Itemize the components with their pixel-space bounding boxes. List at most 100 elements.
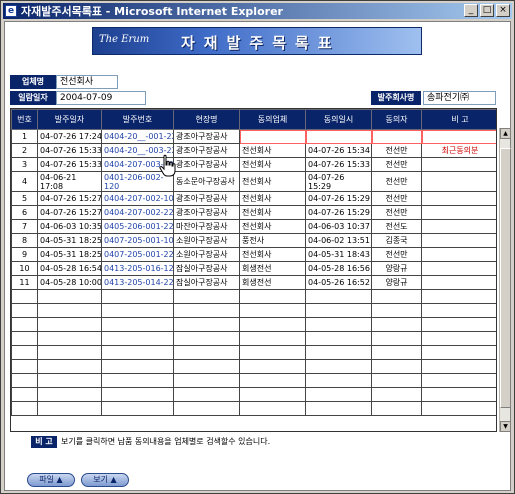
brand-logo: The Erum — [99, 34, 150, 45]
row-note — [421, 247, 496, 262]
empty-cell — [239, 359, 306, 374]
row-agree-date: 04-06-03 10:37 — [305, 219, 372, 234]
row-agree-date: 04-05-26 16:52 — [305, 275, 372, 290]
row-agree-company: 풍전사 — [239, 233, 306, 248]
row-order-no[interactable]: 0404-20__-001-220 — [101, 129, 174, 144]
col-header-order-date[interactable]: 발주일자 — [37, 109, 102, 130]
table-row[interactable]: 7 04-06-03 10:35 0405-206-001-220 마잔아구장공사 전선… — [11, 219, 496, 234]
empty-cell — [173, 401, 240, 416]
row-site: 소원아구장공사 — [173, 233, 240, 248]
row-site: 소원아구장공사 — [173, 247, 240, 262]
row-agree-by: 김종국 — [371, 233, 422, 248]
empty-row — [11, 303, 496, 318]
col-header-no[interactable]: 번호 — [11, 109, 38, 130]
row-order-no[interactable]: 0405-206-001-220 — [101, 219, 174, 234]
note-text: 보기를 클릭하면 납품 동의내용을 업체별로 검색할수 있습니다. — [61, 437, 271, 446]
table-row[interactable]: 5 04-07-26 15:27 0404-207-002-100 광조아구장공사 전선… — [11, 191, 496, 206]
table-row[interactable]: 6 04-07-26 15:27 0404-207-002-220 광조아구장공사 전선… — [11, 205, 496, 220]
row-agree-by: 양랑규 — [371, 261, 422, 276]
col-header-agree-by[interactable]: 동의자 — [371, 109, 422, 130]
maximize-button[interactable]: □ — [480, 4, 494, 17]
empty-cell — [305, 345, 372, 360]
row-no: 4 — [11, 171, 38, 192]
page-title: 자재발주목록표 — [181, 34, 341, 52]
col-header-agree-company[interactable]: 동의업체 — [239, 109, 306, 130]
empty-cell — [421, 359, 496, 374]
empty-cell — [305, 303, 372, 318]
row-site: 마잔아구장공사 — [173, 219, 240, 234]
row-order-no[interactable]: 0404-207-002-100 — [101, 191, 174, 206]
row-no: 7 — [11, 219, 38, 234]
row-order-no[interactable]: 0407-205-001-100 — [101, 233, 174, 248]
row-agree-date: 04-07-26 15:29 — [305, 171, 372, 192]
row-note: 최근동의분 — [421, 143, 496, 158]
row-order-no[interactable]: 0413-205-016-120 — [101, 261, 174, 276]
empty-cell — [173, 373, 240, 388]
table-row[interactable]: 9 04-05-31 18:25 0407-205-001-220 소원아구장공사 전선… — [11, 247, 496, 262]
row-agree-date: 04-07-26 15:29 — [305, 205, 372, 220]
page-content: The Erum 자재발주목록표 업체명 전선회사 일람일자 2004-07-0… — [4, 21, 511, 491]
company-label: 업체명 — [10, 75, 56, 89]
row-site: 광조아구장공사 — [173, 191, 240, 206]
row-order-no[interactable]: 0404-207-002-220 — [101, 205, 174, 220]
table-row[interactable]: 204-07-26 15:330404-20__-003-220광조아구장공사전… — [11, 143, 496, 158]
col-header-order-no[interactable]: 발주번호 — [101, 109, 174, 130]
header-banner: The Erum 자재발주목록표 — [92, 27, 422, 55]
scroll-down-icon[interactable]: ▼ — [500, 421, 511, 432]
minimize-button[interactable]: _ — [464, 4, 478, 17]
empty-cell — [421, 401, 496, 416]
table-row[interactable]: 11 04-05-28 10:00 0413-205-014-220 잠실아구장공사 회… — [11, 275, 496, 290]
file-button[interactable]: 파일 ▲ — [27, 473, 75, 487]
row-order-date: 04-07-26 15:27 — [37, 205, 102, 220]
order-grid: 번호 발주일자 발주번호 현장명 동의업체 동의일시 동의자 비 고 1 04-0… — [10, 108, 497, 432]
row-agree-company — [239, 129, 306, 144]
empty-cell — [421, 317, 496, 332]
table-row[interactable]: 3 04-07-26 15:33 0404-207-003-100 광조아구장공사 전선… — [11, 157, 496, 172]
empty-cell — [305, 359, 372, 374]
row-no: 5 — [11, 191, 38, 206]
order-company-field[interactable]: 송파전기㈜ — [423, 91, 496, 105]
col-header-site[interactable]: 현장명 — [173, 109, 240, 130]
row-order-date: 04-07-26 15:27 — [37, 191, 102, 206]
title-bar: e 자재발주서목록표 - Microsoft Internet Explorer… — [3, 3, 512, 19]
row-note — [421, 129, 496, 144]
empty-cell — [305, 317, 372, 332]
row-note — [421, 157, 496, 172]
row-agree-company: 전선회사 — [239, 171, 306, 192]
scroll-up-icon[interactable]: ▲ — [500, 128, 511, 139]
empty-cell — [101, 303, 174, 318]
vertical-scrollbar[interactable]: ▲ ▼ — [499, 128, 511, 432]
empty-cell — [305, 387, 372, 402]
browser-window: e 자재발주서목록표 - Microsoft Internet Explorer… — [0, 0, 515, 494]
table-row[interactable]: 4 04-06-21 17:08 0401-206-002-120 동소문아구장공사 전… — [11, 171, 496, 192]
scroll-thumb[interactable] — [500, 148, 511, 408]
row-agree-company: 전선회사 — [239, 219, 306, 234]
row-agree-by: 전선만 — [371, 205, 422, 220]
empty-cell — [11, 359, 38, 374]
empty-cell — [101, 387, 174, 402]
empty-cell — [305, 373, 372, 388]
empty-row — [11, 289, 496, 304]
row-order-no[interactable]: 0407-205-001-220 — [101, 247, 174, 262]
table-row[interactable]: 104-07-26 17:240404-20__-001-220광조아구장공사 — [11, 129, 496, 144]
empty-cell — [101, 317, 174, 332]
empty-row — [11, 345, 496, 360]
row-order-date: 04-05-28 16:54 — [37, 261, 102, 276]
empty-cell — [37, 359, 102, 374]
date-field[interactable]: 2004-07-09 — [56, 91, 146, 105]
empty-cell — [37, 289, 102, 304]
empty-cell — [371, 331, 422, 346]
close-button[interactable]: × — [496, 4, 510, 17]
row-no: 3 — [11, 157, 38, 172]
col-header-agree-date[interactable]: 동의일시 — [305, 109, 372, 130]
empty-cell — [11, 289, 38, 304]
empty-cell — [421, 345, 496, 360]
company-field[interactable]: 전선회사 — [56, 75, 118, 89]
row-order-no[interactable]: 0413-205-014-220 — [101, 275, 174, 290]
table-row[interactable]: 10 04-05-28 16:54 0413-205-016-120 잠실아구장공사 회… — [11, 261, 496, 276]
row-agree-company: 전선회사 — [239, 247, 306, 262]
view-button[interactable]: 보기 ▲ — [81, 473, 129, 487]
row-note — [421, 275, 496, 290]
table-row[interactable]: 8 04-05-31 18:25 0407-205-001-100 소원아구장공사 풍전… — [11, 233, 496, 248]
col-header-note[interactable]: 비 고 — [421, 109, 496, 130]
